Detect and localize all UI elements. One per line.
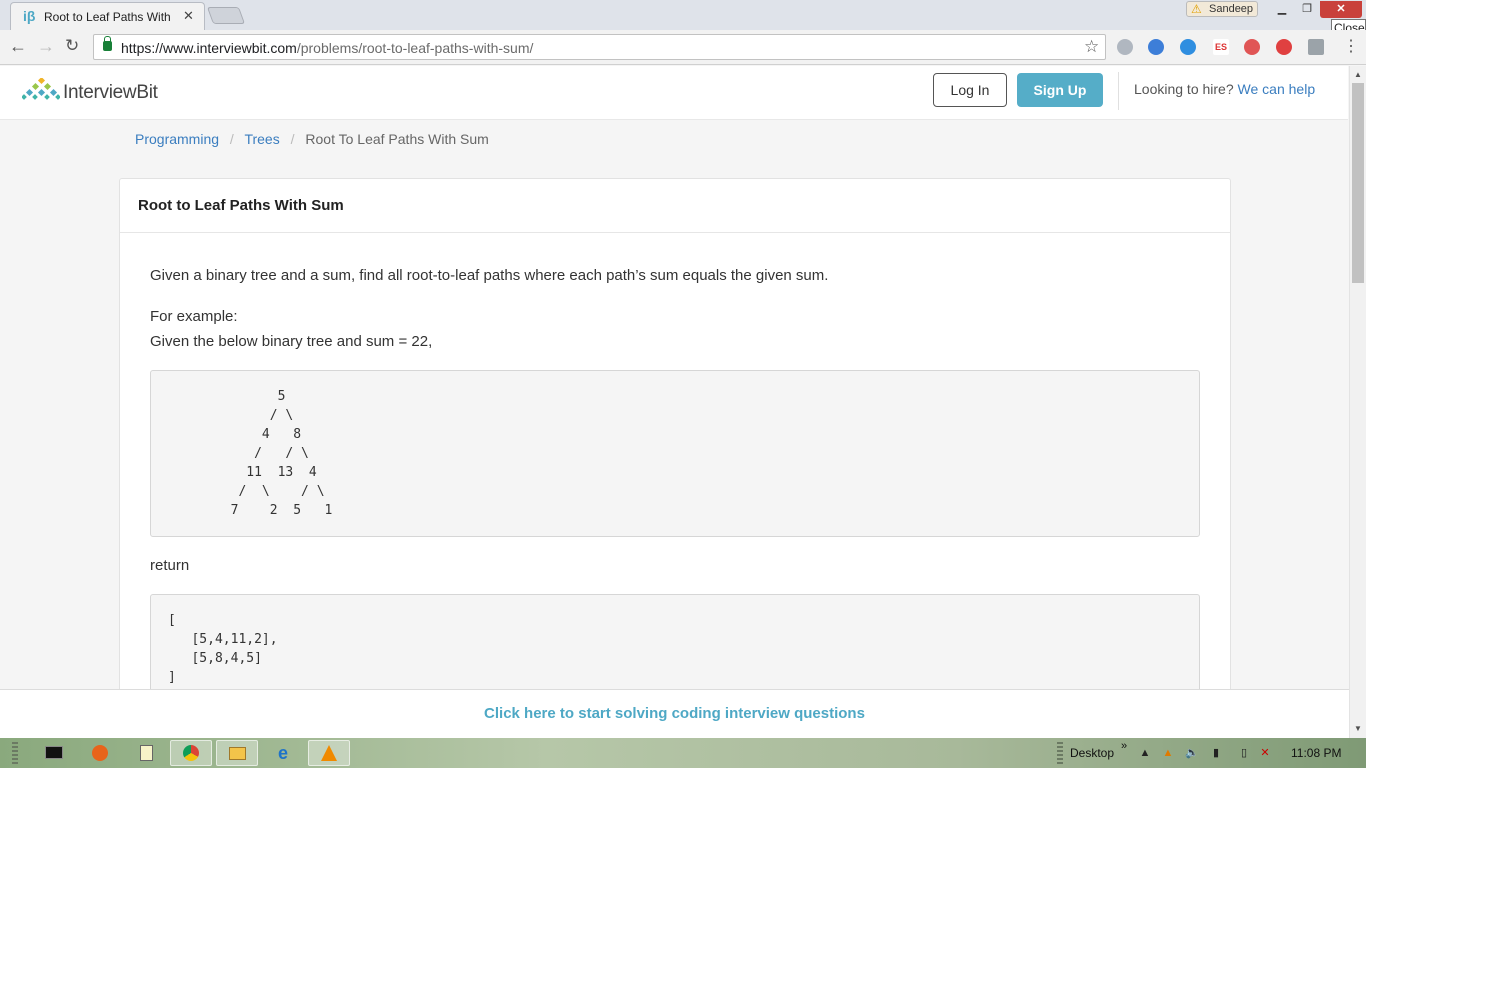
profile-name: Sandeep [1209, 3, 1254, 15]
bookmark-star-icon[interactable]: ☆ [1084, 37, 1099, 57]
tab-title: Root to Leaf Paths With Sum [44, 10, 172, 24]
divider [120, 232, 1230, 233]
profile-button[interactable]: ⚠ Sandeep [1186, 1, 1258, 17]
scroll-down-icon[interactable]: ▼ [1354, 724, 1362, 733]
site-header: InterviewBit Log In Sign Up Looking to h… [0, 66, 1348, 120]
taskbar-grip-right[interactable] [1057, 742, 1063, 764]
taskbar-grip[interactable] [12, 742, 18, 764]
extension-red-icon[interactable] [1276, 39, 1292, 55]
desktop-toolbar-label[interactable]: Desktop [1070, 746, 1114, 760]
volume-icon[interactable]: 🔈 [1185, 746, 1199, 760]
tree-ascii: 5 / \ 4 8 / / \ 11 13 4 / \ / \ 7 2 5 1 [230, 389, 333, 518]
hire-text: Looking to hire? We can help [1134, 81, 1316, 97]
vlc-tray-icon[interactable]: ▲ [1161, 746, 1175, 760]
browser-tab[interactable]: iβ Root to Leaf Paths With Sum ✕ [10, 2, 205, 30]
header-divider [1118, 72, 1119, 110]
start-solving-link[interactable]: Click here to start solving coding inter… [0, 705, 1349, 722]
notepad-icon[interactable] [125, 740, 167, 766]
problem-title: Root to Leaf Paths With Sum [138, 197, 344, 214]
forward-arrow-icon[interactable]: → [37, 36, 55, 57]
taskbar: e Desktop » ▲ ▲ 🔈 ▮ ▯ ✕ 11:08 PM [0, 738, 1366, 768]
file-explorer-icon[interactable] [216, 740, 258, 766]
toolbar-chevron[interactable]: » [1121, 740, 1127, 752]
battery-icon[interactable]: ▯ [1237, 746, 1251, 760]
lock-icon [103, 36, 112, 51]
browser-titlebar: iβ Root to Leaf Paths With Sum ✕ ⚠ Sande… [0, 0, 1366, 30]
restore-button[interactable]: ❐ [1295, 1, 1319, 18]
problem-panel: Root to Leaf Paths With Sum Given a bina… [119, 178, 1231, 738]
return-code: [ [5,4,11,2], [5,8,4,5] ] [168, 613, 278, 685]
breadcrumb-current: Root To Leaf Paths With Sum [305, 131, 489, 147]
cmd-icon[interactable] [33, 740, 75, 766]
network-signal-icon[interactable]: ▮ [1209, 746, 1223, 760]
signup-button[interactable]: Sign Up [1017, 73, 1103, 107]
extension-badge-icon[interactable] [1244, 39, 1260, 55]
breadcrumb-programming[interactable]: Programming [135, 131, 219, 147]
reload-icon[interactable]: ↻ [65, 36, 79, 56]
clock[interactable]: 11:08 PM [1291, 746, 1341, 760]
minimize-button[interactable]: ▁ [1270, 1, 1294, 18]
url-text: https://www.interviewbit.com/problems/ro… [121, 40, 534, 56]
return-label: return [150, 557, 190, 574]
logo-text[interactable]: InterviewBit [63, 82, 158, 104]
breadcrumb: Programming / Trees / Root To Leaf Paths… [135, 131, 489, 147]
warning-icon: ⚠ [1191, 2, 1202, 16]
interviewbit-logo-icon[interactable] [22, 78, 60, 100]
internet-explorer-icon[interactable]: e [262, 740, 304, 766]
new-tab-button[interactable] [206, 7, 246, 24]
extension-es-icon[interactable]: ES [1213, 39, 1229, 55]
browser-menu-icon[interactable]: ⋮ [1343, 36, 1359, 56]
browser-toolbar: ← → ↻ https://www.interviewbit.com/probl… [0, 30, 1366, 65]
network-error-icon[interactable]: ✕ [1258, 746, 1272, 760]
back-arrow-icon[interactable]: ← [9, 36, 27, 57]
show-hidden-icons-icon[interactable]: ▲ [1138, 746, 1152, 760]
tab-close-icon[interactable]: ✕ [183, 8, 194, 24]
vlc-icon[interactable] [308, 740, 350, 766]
example-label: For example: [150, 308, 238, 325]
cta-bar: Click here to start solving coding inter… [0, 689, 1349, 738]
extension-globe-icon[interactable] [1148, 39, 1164, 55]
extension-chart-icon[interactable] [1308, 39, 1324, 55]
firefox-icon[interactable] [79, 740, 121, 766]
extension-sync-icon[interactable] [1180, 39, 1196, 55]
hire-link[interactable]: We can help [1238, 81, 1316, 97]
breadcrumb-trees[interactable]: Trees [244, 131, 279, 147]
tree-code-block: 5 / \ 4 8 / / \ 11 13 4 / \ / \ 7 2 5 1 [150, 370, 1200, 537]
scroll-up-icon[interactable]: ▲ [1354, 70, 1362, 79]
page-scrollbar[interactable]: ▲ ▼ [1349, 66, 1366, 738]
extension-cloud-icon[interactable] [1117, 39, 1133, 55]
screen: iβ Root to Leaf Paths With Sum ✕ ⚠ Sande… [0, 0, 1366, 768]
example-intro: Given the below binary tree and sum = 22… [150, 333, 433, 350]
chrome-icon[interactable] [170, 740, 212, 766]
address-bar[interactable]: https://www.interviewbit.com/problems/ro… [93, 34, 1106, 60]
close-window-button[interactable]: ✕ [1320, 1, 1362, 18]
login-button[interactable]: Log In [933, 73, 1007, 107]
interviewbit-favicon-icon: iβ [23, 8, 36, 24]
problem-description: Given a binary tree and a sum, find all … [150, 267, 829, 284]
scroll-thumb[interactable] [1352, 83, 1364, 283]
page-content: InterviewBit Log In Sign Up Looking to h… [0, 66, 1348, 738]
